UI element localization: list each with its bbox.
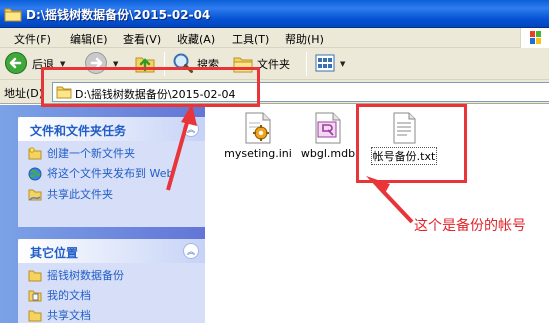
views-button[interactable]: ▼ — [314, 51, 345, 77]
places-panel-header[interactable]: 其它位置 ︽ — [18, 239, 205, 263]
collapse-icon[interactable]: ︽ — [183, 121, 199, 137]
access-database-icon — [312, 111, 344, 145]
back-arrow-icon — [4, 51, 28, 78]
task-pane: 文件和文件夹任务 ︽ 创建一个新文件夹 将这个文件夹发布到 Web 共享此文件夹… — [0, 105, 205, 323]
menu-tools[interactable]: 工具(T) — [232, 31, 269, 47]
menu-file[interactable]: 文件(F) — [14, 31, 51, 47]
place-label: 共享文档 — [47, 309, 91, 322]
annotation-text: 这个是备份的帐号 — [414, 218, 526, 234]
place-parent-folder[interactable]: 摇钱树数据备份 — [28, 269, 199, 285]
task-label: 共享此文件夹 — [47, 188, 113, 201]
new-folder-icon — [28, 147, 42, 163]
folders-label: 文件夹 — [257, 58, 290, 71]
window-title: D:\摇钱树数据备份\2015-02-04 — [26, 8, 211, 22]
file-folder-tasks-panel: 文件和文件夹任务 ︽ 创建一个新文件夹 将这个文件夹发布到 Web 共享此文件夹 — [18, 117, 205, 227]
tasks-panel-title: 文件和文件夹任务 — [30, 124, 127, 138]
task-publish-web[interactable]: 将这个文件夹发布到 Web — [28, 167, 199, 184]
task-new-folder[interactable]: 创建一个新文件夹 — [28, 147, 199, 163]
explorer-window: D:\摇钱树数据备份\2015-02-04 文件(F) 编辑(E) 查看(V) … — [0, 0, 549, 323]
windows-logo-icon — [520, 28, 549, 48]
task-label: 将这个文件夹发布到 Web — [47, 167, 174, 180]
menu-view[interactable]: 查看(V) — [123, 31, 161, 47]
title-bar[interactable]: D:\摇钱树数据备份\2015-02-04 — [0, 0, 549, 28]
menu-edit[interactable]: 编辑(E) — [70, 31, 108, 47]
places-panel-title: 其它位置 — [30, 246, 79, 260]
task-share-folder[interactable]: 共享此文件夹 — [28, 188, 199, 204]
task-label: 创建一个新文件夹 — [47, 147, 135, 160]
place-my-documents[interactable]: 我的文档 — [28, 289, 199, 305]
shared-documents-icon — [28, 309, 42, 323]
menu-help[interactable]: 帮助(H) — [285, 31, 324, 47]
place-shared-documents[interactable]: 共享文档 — [28, 309, 199, 323]
tasks-panel-header[interactable]: 文件和文件夹任务 ︽ — [18, 117, 205, 141]
collapse-icon[interactable]: ︽ — [183, 243, 199, 259]
place-label: 我的文档 — [47, 289, 91, 302]
folder-icon — [4, 6, 22, 25]
other-places-panel: 其它位置 ︽ 摇钱树数据备份 我的文档 共享文档 — [18, 239, 205, 323]
globe-icon — [28, 167, 42, 184]
address-label: 地址(D) — [4, 87, 44, 100]
file-highlight-box — [356, 104, 467, 183]
menu-favorites[interactable]: 收藏(A) — [177, 31, 215, 47]
folder-icon — [28, 269, 42, 285]
ini-settings-icon — [242, 111, 274, 145]
file-item[interactable]: myseting.ini — [218, 111, 298, 160]
views-icon — [314, 52, 336, 77]
chevron-down-icon[interactable]: ▼ — [340, 60, 345, 68]
my-documents-icon — [28, 289, 42, 305]
address-highlight-box — [41, 67, 260, 107]
file-name: myseting.ini — [224, 147, 292, 160]
place-label: 摇钱树数据备份 — [47, 269, 124, 282]
menu-bar: 文件(F) 编辑(E) 查看(V) 收藏(A) 工具(T) 帮助(H) — [0, 28, 549, 48]
share-folder-icon — [28, 188, 42, 204]
